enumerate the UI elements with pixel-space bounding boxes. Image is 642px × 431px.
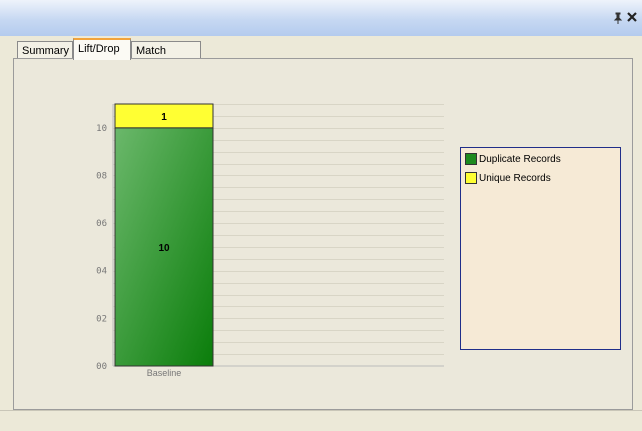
y-tick-label: 00: [96, 362, 107, 372]
y-tick-label: 04: [96, 267, 107, 277]
chart-legend: Duplicate Records Unique Records: [460, 147, 621, 350]
x-tick-labels: Baseline: [147, 368, 182, 378]
data-label: 10: [158, 243, 170, 254]
y-tick-labels: 00 02 04 06 08 10: [96, 124, 107, 372]
y-tick-label: 02: [96, 314, 107, 324]
status-bar: [0, 410, 642, 431]
legend-item-unique-records: Unique Records: [465, 172, 551, 186]
legend-label-duplicate: Duplicate Records: [479, 154, 561, 165]
legend-swatch-unique: [465, 172, 477, 185]
data-label: 1: [161, 112, 167, 123]
x-tick-label: Baseline: [147, 368, 182, 378]
y-tick-label: 06: [96, 219, 107, 229]
chart-bars: [114, 103, 214, 367]
tab-lift-drop[interactable]: Lift/Drop: [73, 38, 131, 60]
legend-label-unique: Unique Records: [479, 173, 551, 184]
y-tick-label: 08: [96, 171, 107, 181]
y-tick-label: 10: [96, 124, 107, 134]
legend-item-duplicate-records: Duplicate Records: [465, 153, 561, 167]
tab-lift-drop-label: Lift/Drop: [78, 43, 120, 55]
legend-swatch-duplicate: [465, 153, 477, 166]
